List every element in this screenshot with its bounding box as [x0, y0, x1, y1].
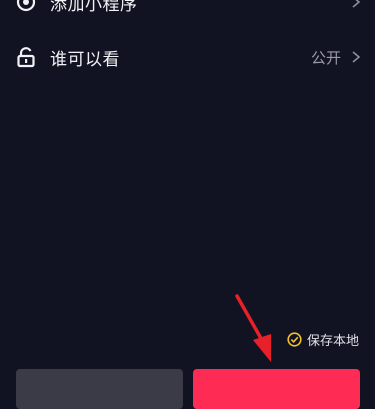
save-local-toggle[interactable]: 保存本地: [287, 330, 359, 349]
annotation-arrow-icon: [235, 294, 271, 362]
publish-button[interactable]: [193, 369, 360, 409]
who-can-see-row[interactable]: 谁可以看 公开: [0, 35, 375, 79]
unlock-icon: [17, 47, 35, 68]
add-mini-program-label: 添加小程序: [50, 0, 138, 15]
check-circle-icon: [287, 332, 302, 347]
save-local-label: 保存本地: [306, 334, 359, 349]
draft-button[interactable]: [16, 369, 183, 409]
mini-program-icon: [16, 0, 36, 12]
chevron-right-icon: [352, 51, 361, 63]
who-can-see-label: 谁可以看: [50, 49, 120, 70]
add-mini-program-row[interactable]: 添加小程序: [0, 0, 375, 24]
visibility-value: 公开: [310, 48, 341, 67]
chevron-right-icon: [352, 0, 361, 8]
